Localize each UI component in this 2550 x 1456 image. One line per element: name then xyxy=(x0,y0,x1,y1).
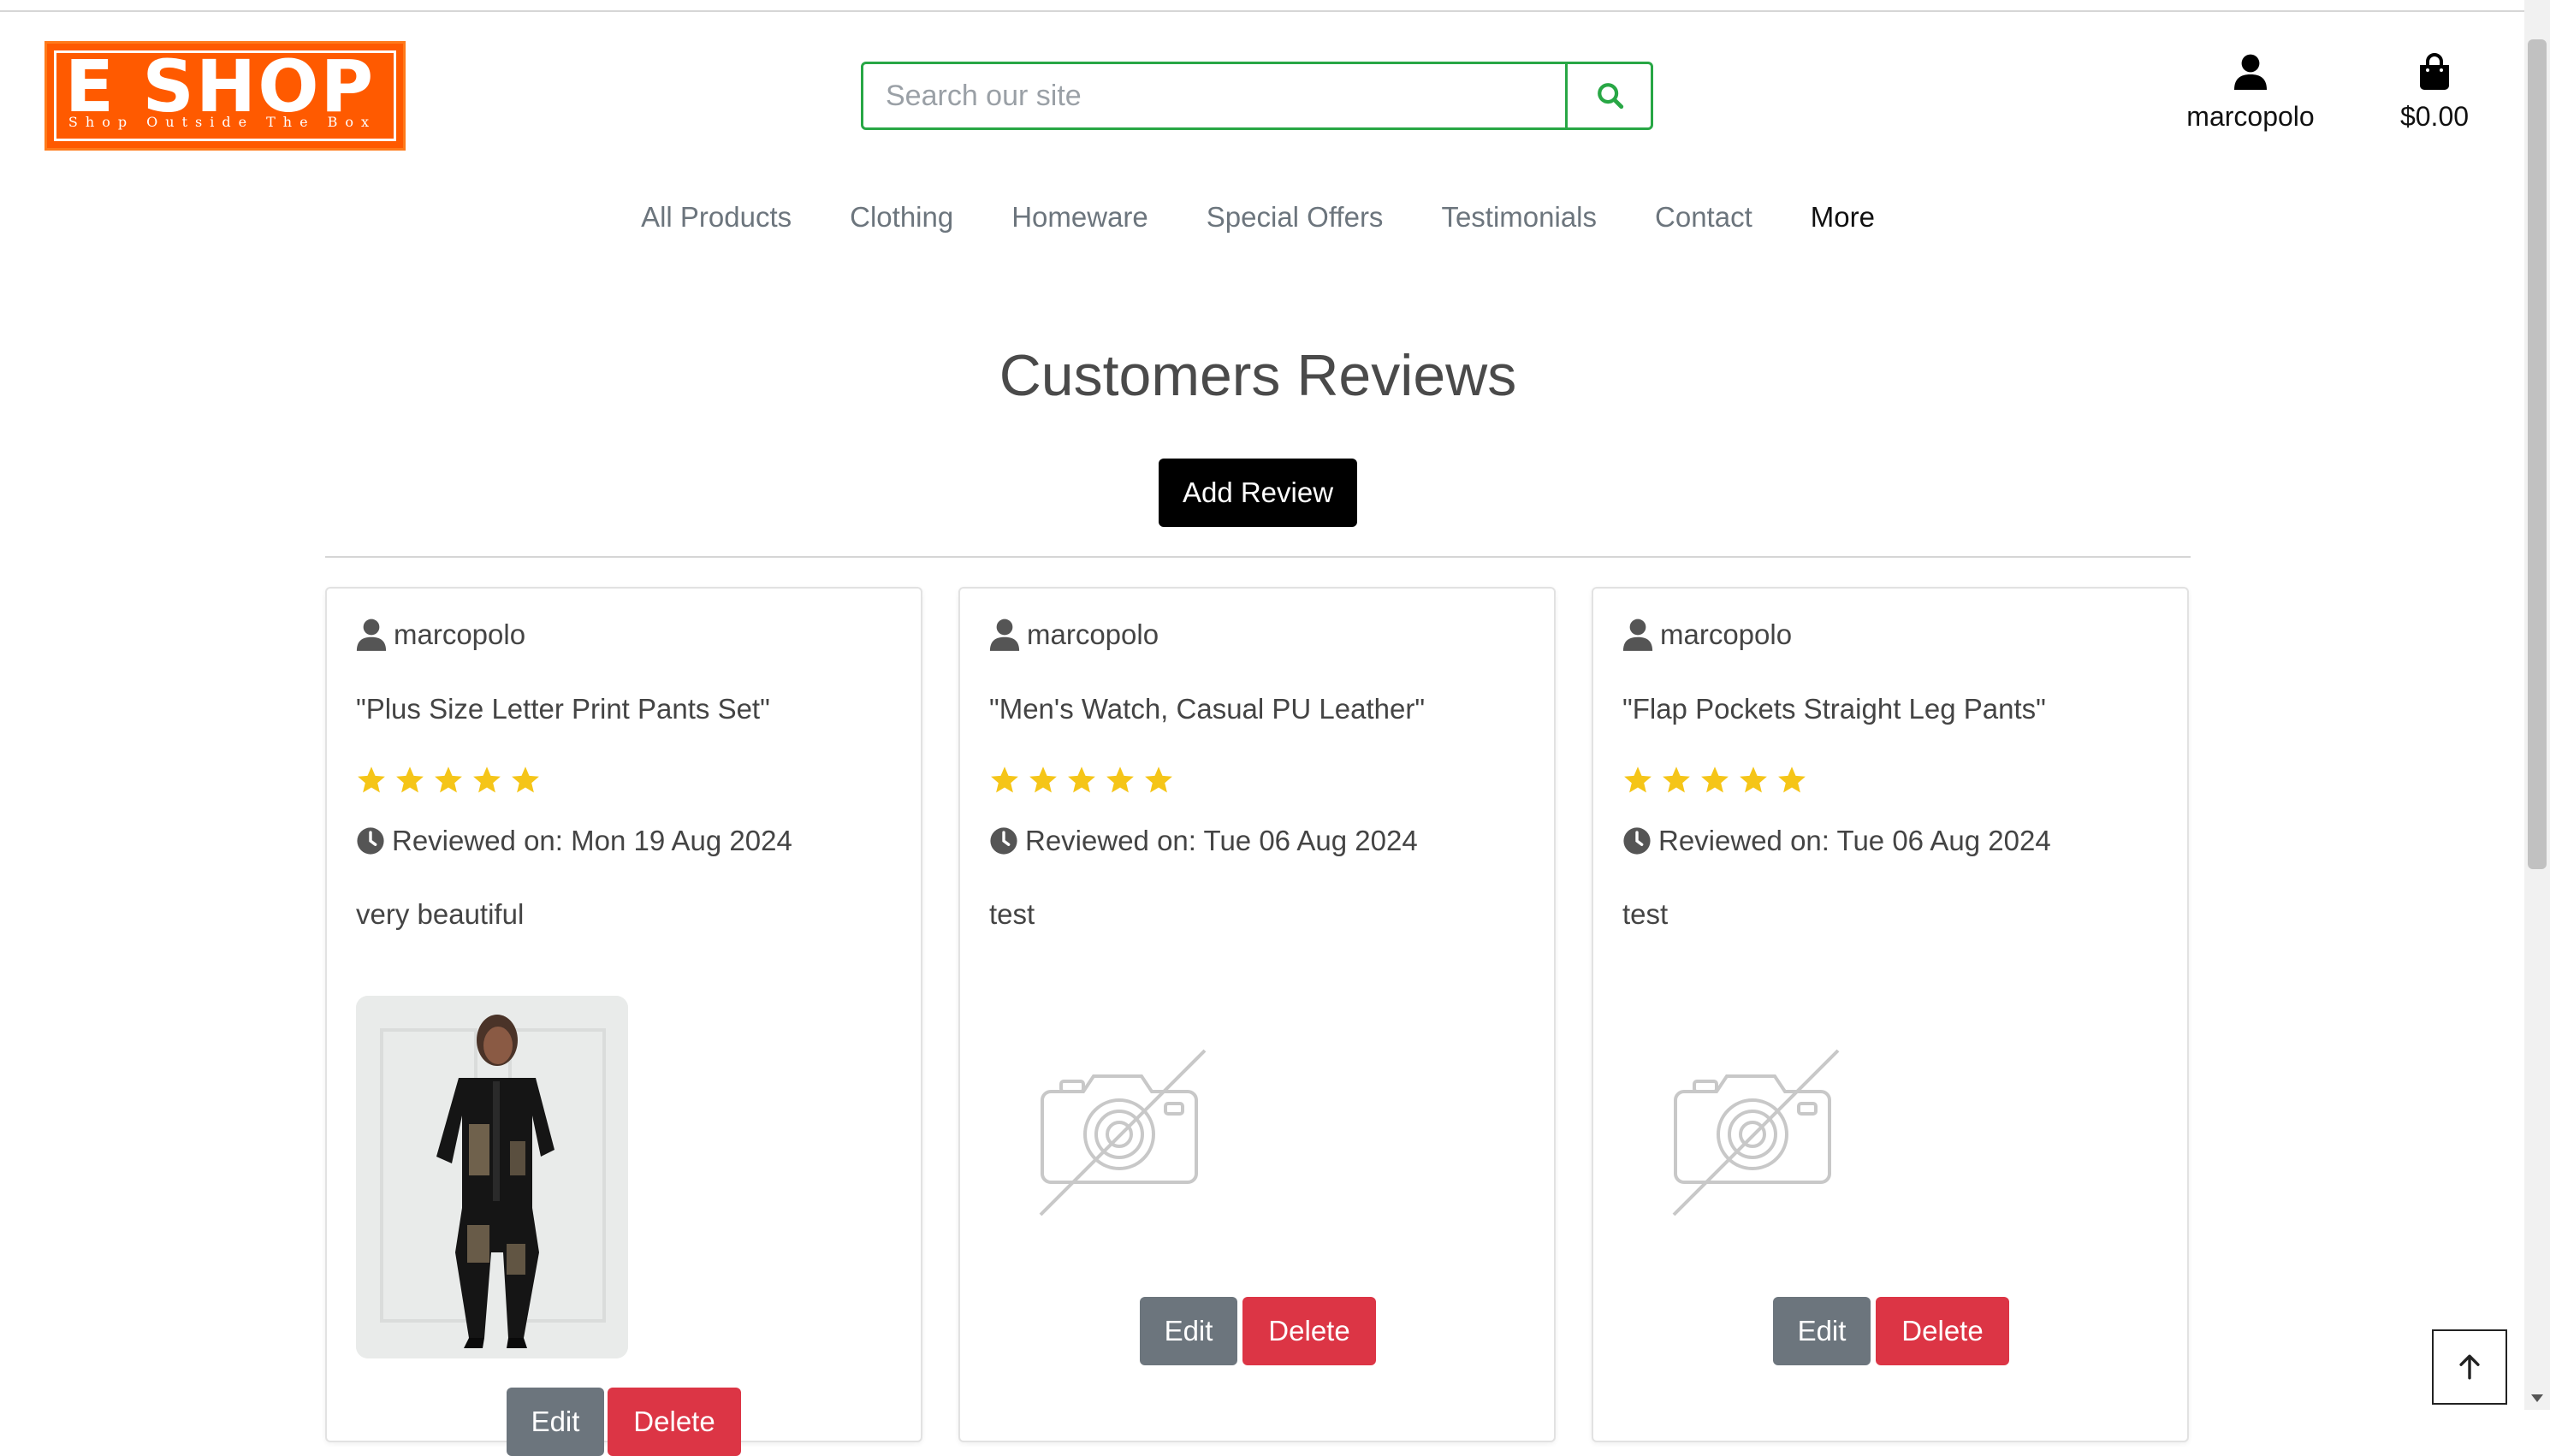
review-text: very beautiful xyxy=(356,898,525,930)
star-icon xyxy=(991,766,1018,793)
search-input[interactable] xyxy=(863,64,1565,127)
top-border xyxy=(0,0,2524,12)
cart-total: $0.00 xyxy=(2399,101,2470,132)
nav-all-products[interactable]: All Products xyxy=(612,195,821,240)
star-icon xyxy=(473,766,501,793)
site-logo[interactable]: E SHOP Shop Outside The Box xyxy=(44,41,406,151)
review-text: test xyxy=(1622,898,1669,930)
nav-special-offers[interactable]: Special Offers xyxy=(1177,195,1413,240)
product-photo-outfit xyxy=(356,996,628,1358)
star-icon xyxy=(1663,766,1690,793)
search-bar xyxy=(861,62,1653,130)
nav-testimonials[interactable]: Testimonials xyxy=(1412,195,1626,240)
search-button[interactable] xyxy=(1565,64,1653,127)
star-icon xyxy=(1029,766,1057,793)
star-icon xyxy=(512,766,539,793)
review-photo[interactable] xyxy=(356,996,628,1358)
user-icon xyxy=(2234,54,2267,90)
account-username: marcopolo xyxy=(2186,101,2315,132)
star-icon xyxy=(1778,766,1806,793)
nav-homeware[interactable]: Homeware xyxy=(982,195,1177,240)
edit-button[interactable]: Edit xyxy=(1140,1297,1237,1365)
main-nav: All Products Clothing Homeware Special O… xyxy=(0,195,2516,240)
edit-button[interactable]: Edit xyxy=(507,1388,604,1456)
review-product: "Flap Pockets Straight Leg Pants" xyxy=(1622,693,2046,725)
nav-more[interactable]: More xyxy=(1782,195,1904,240)
star-icon xyxy=(1068,766,1095,793)
no-image-placeholder xyxy=(1670,1047,1841,1222)
camera-off-icon xyxy=(1039,1049,1207,1216)
review-username: marcopolo xyxy=(394,619,526,650)
review-card: marcopolo "Plus Size Letter Print Pants … xyxy=(325,587,922,1456)
review-date: Reviewed on: Tue 06 Aug 2024 xyxy=(989,825,1418,857)
no-image-placeholder xyxy=(1037,1047,1208,1222)
nav-clothing[interactable]: Clothing xyxy=(821,195,982,240)
review-date-text: Reviewed on: Tue 06 Aug 2024 xyxy=(1025,825,1418,856)
review-username: marcopolo xyxy=(1027,619,1159,650)
delete-button[interactable]: Delete xyxy=(1876,1297,2009,1365)
camera-off-icon xyxy=(1672,1049,1840,1216)
arrow-up-icon xyxy=(2459,1354,2480,1380)
clock-icon xyxy=(1623,827,1651,855)
star-icon xyxy=(1145,766,1172,793)
page-title: Customers Reviews xyxy=(999,343,1517,408)
review-text: test xyxy=(989,898,1035,930)
shopping-bag-icon xyxy=(2420,53,2449,90)
cart-link[interactable]: $0.00 xyxy=(2387,53,2482,133)
star-icon xyxy=(1740,766,1767,793)
review-date: Reviewed on: Mon 19 Aug 2024 xyxy=(356,825,792,857)
review-card: marcopolo "Flap Pockets Straight Leg Pan… xyxy=(1592,587,2189,1442)
review-date-text: Reviewed on: Tue 06 Aug 2024 xyxy=(1658,825,2051,856)
user-icon xyxy=(356,619,387,651)
star-icon xyxy=(396,766,424,793)
user-icon xyxy=(989,619,1020,651)
review-date: Reviewed on: Tue 06 Aug 2024 xyxy=(1622,825,2051,857)
star-icon xyxy=(1106,766,1134,793)
star-rating xyxy=(356,765,541,796)
scrollbar-thumb[interactable] xyxy=(2528,39,2547,869)
star-icon xyxy=(358,766,385,793)
user-icon xyxy=(1622,619,1653,651)
review-author: marcopolo xyxy=(989,618,1159,652)
section-divider xyxy=(325,556,2191,558)
star-rating xyxy=(989,765,1174,796)
delete-button[interactable]: Delete xyxy=(1242,1297,1376,1365)
review-card: marcopolo "Men's Watch, Casual PU Leathe… xyxy=(958,587,1556,1442)
search-icon xyxy=(1598,83,1624,109)
logo-tagline: Shop Outside The Box xyxy=(68,114,377,130)
star-icon xyxy=(1701,766,1729,793)
nav-contact[interactable]: Contact xyxy=(1626,195,1782,240)
review-product: "Plus Size Letter Print Pants Set" xyxy=(356,693,770,725)
review-username: marcopolo xyxy=(1660,619,1793,650)
review-author: marcopolo xyxy=(1622,618,1792,652)
star-icon xyxy=(435,766,462,793)
review-author: marcopolo xyxy=(356,618,525,652)
back-to-top-button[interactable] xyxy=(2432,1329,2507,1405)
edit-button[interactable]: Edit xyxy=(1773,1297,1871,1365)
vertical-scrollbar[interactable] xyxy=(2524,0,2550,1410)
review-product: "Men's Watch, Casual PU Leather" xyxy=(989,693,1426,725)
star-icon xyxy=(1624,766,1652,793)
star-rating xyxy=(1622,765,1807,796)
add-review-button[interactable]: Add Review xyxy=(1159,459,1357,527)
account-link[interactable]: marcopolo xyxy=(2173,53,2328,133)
scroll-down-arrow[interactable] xyxy=(2531,1394,2543,1402)
clock-icon xyxy=(990,827,1017,855)
review-date-text: Reviewed on: Mon 19 Aug 2024 xyxy=(392,825,792,856)
delete-button[interactable]: Delete xyxy=(608,1388,741,1456)
clock-icon xyxy=(357,827,384,855)
